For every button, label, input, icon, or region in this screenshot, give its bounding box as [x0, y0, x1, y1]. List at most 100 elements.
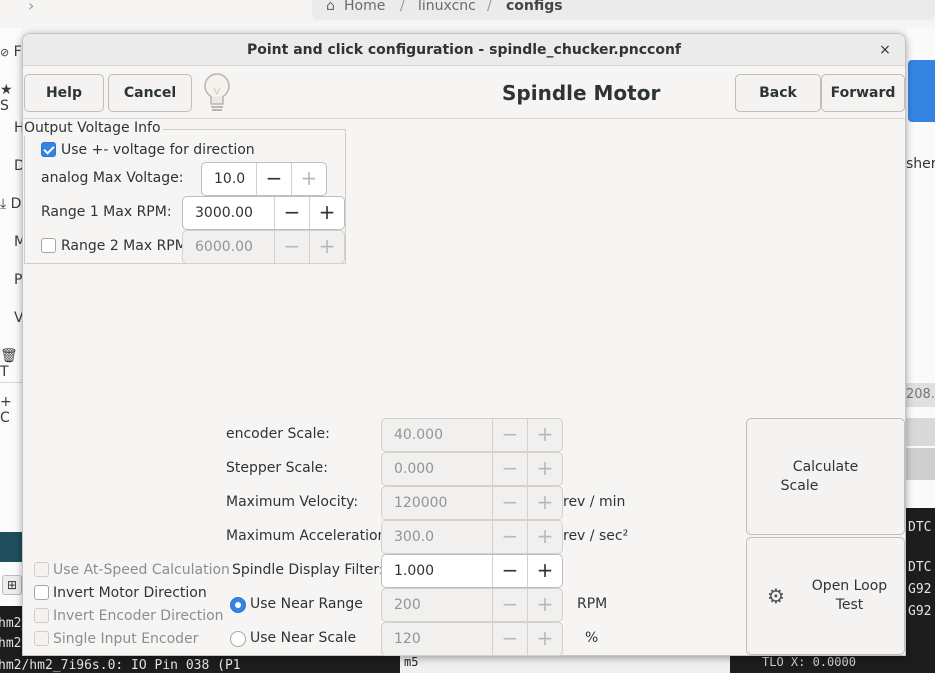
- near-scale-unit: %: [585, 630, 599, 646]
- analog-max-voltage-spinner: 10.0 − +: [201, 162, 327, 196]
- sidebar-letter: ⊘ F: [0, 44, 22, 60]
- max-acceleration-label: Maximum Acceleration:: [226, 528, 392, 544]
- plus-button[interactable]: +: [527, 521, 562, 553]
- page-title: Spindle Motor: [502, 81, 661, 105]
- ip-field: 208.: [906, 383, 935, 407]
- file-manager-breadcrumb: ⌂ Home / linuxcnc / configs: [312, 0, 935, 20]
- calculate-scale-label: Scale: [780, 478, 819, 494]
- minus-button[interactable]: −: [492, 453, 527, 485]
- plus-button[interactable]: +: [527, 487, 562, 519]
- plus-button[interactable]: +: [309, 231, 344, 263]
- near-scale-input[interactable]: 120: [382, 623, 492, 655]
- near-range-unit: RPM: [577, 596, 608, 612]
- minus-button[interactable]: −: [492, 521, 527, 553]
- single-input-encoder-label: Single Input Encoder: [53, 631, 199, 647]
- range1-max-rpm-label: Range 1 Max RPM:: [41, 204, 172, 220]
- gears-icon: ⚙: [767, 584, 785, 608]
- max-velocity-label: Maximum Velocity:: [226, 494, 359, 510]
- header-divider: [23, 118, 905, 119]
- breadcrumb-home[interactable]: Home: [344, 0, 385, 14]
- near-range-spinner: 200 − +: [381, 588, 563, 622]
- frame-title: Output Voltage Info: [24, 120, 163, 136]
- breadcrumb-linuxcnc[interactable]: linuxcnc: [418, 0, 476, 14]
- minus-button[interactable]: −: [492, 589, 527, 621]
- new-tab-icon: ⊞: [2, 575, 22, 595]
- terminal-right: DTC DTC G92 G92: [906, 508, 935, 673]
- minus-button[interactable]: −: [256, 163, 291, 195]
- use-near-range-radio[interactable]: [230, 597, 246, 613]
- back-button[interactable]: Back: [735, 74, 821, 112]
- stepper-scale-spinner: 0.000 − +: [381, 452, 563, 486]
- display-filter-label: Spindle Display Filter:: [232, 562, 384, 578]
- range2-max-rpm-label: Range 2 Max RPM: [61, 238, 187, 254]
- max-acceleration-input[interactable]: 300.0: [382, 521, 492, 553]
- close-icon[interactable]: ×: [875, 40, 895, 60]
- use-at-speed-label: Use At-Speed Calculation: [53, 562, 230, 578]
- stepper-scale-label: Stepper Scale:: [226, 460, 328, 476]
- encoder-scale-input[interactable]: 40.000: [382, 419, 492, 451]
- panel-strip: [906, 448, 935, 480]
- sidebar-letter: + C: [0, 394, 12, 426]
- use-near-scale-radio[interactable]: [230, 631, 246, 647]
- sidebar-letter: ⤓ D: [0, 196, 22, 212]
- minus-button[interactable]: −: [274, 231, 309, 263]
- invert-encoder-checkbox[interactable]: [34, 608, 49, 623]
- analog-max-voltage-label: analog Max Voltage:: [41, 170, 184, 186]
- max-acceleration-unit: rev / sec²: [563, 528, 629, 544]
- near-range-input[interactable]: 200: [382, 589, 492, 621]
- forward-button[interactable]: Forward: [821, 74, 905, 112]
- near-scale-spinner: 120 − +: [381, 622, 563, 656]
- range2-checkbox[interactable]: [41, 238, 56, 253]
- encoder-scale-spinner: 40.000 − +: [381, 418, 563, 452]
- minus-button[interactable]: −: [274, 197, 309, 229]
- minus-button[interactable]: −: [492, 623, 527, 655]
- cancel-button[interactable]: Cancel: [108, 74, 192, 112]
- range2-max-rpm-input[interactable]: 6000.00: [183, 231, 274, 263]
- use-near-scale-label: Use Near Scale: [250, 630, 357, 646]
- breadcrumb-separator: /: [487, 0, 492, 14]
- single-input-encoder-checkbox[interactable]: [34, 631, 49, 646]
- panel-strip: [906, 418, 935, 446]
- terminal-tab: [0, 532, 22, 562]
- max-velocity-spinner: 120000 − +: [381, 486, 563, 520]
- range1-max-rpm-spinner: 3000.00 − +: [182, 196, 345, 230]
- analog-max-voltage-input[interactable]: 10.0: [202, 163, 256, 195]
- plus-button[interactable]: +: [527, 419, 562, 451]
- minus-button[interactable]: −: [492, 555, 527, 587]
- window-title: Point and click configuration - spindle_…: [246, 42, 682, 58]
- open-loop-test-button[interactable]: ⚙ Open Loop Test: [746, 537, 905, 655]
- display-filter-input[interactable]: 1.000: [382, 555, 492, 587]
- title-bar[interactable]: Point and click configuration - spindle_…: [23, 34, 905, 66]
- plus-button[interactable]: +: [309, 197, 344, 229]
- breadcrumb-separator: /: [400, 0, 405, 14]
- folder-icon: [908, 60, 935, 122]
- max-velocity-unit: rev / min: [563, 494, 626, 510]
- use-at-speed-checkbox[interactable]: [34, 562, 49, 577]
- plus-button[interactable]: +: [527, 453, 562, 485]
- plus-button[interactable]: +: [527, 589, 562, 621]
- sidebar-letter: ★ S: [0, 82, 13, 114]
- minus-button[interactable]: −: [492, 419, 527, 451]
- range1-max-rpm-input[interactable]: 3000.00: [183, 197, 274, 229]
- use-pm-voltage-checkbox[interactable]: [41, 142, 56, 157]
- breadcrumb-configs[interactable]: configs: [506, 0, 563, 14]
- invert-encoder-label: Invert Encoder Direction: [53, 608, 224, 624]
- use-pm-voltage-label: Use +- voltage for direction: [61, 142, 255, 158]
- calculate-scale-button[interactable]: Calculate Scale: [746, 418, 905, 535]
- calculate-scale-label: Calculate: [792, 459, 859, 475]
- chevron-right-icon: ›: [28, 0, 35, 15]
- file-name-label: sherl: [906, 156, 935, 172]
- minus-button[interactable]: −: [492, 487, 527, 519]
- help-button[interactable]: Help: [24, 74, 104, 112]
- open-loop-label: Open Loop: [811, 578, 888, 594]
- home-icon: ⌂: [326, 0, 335, 14]
- plus-button[interactable]: +: [527, 555, 562, 587]
- invert-motor-checkbox[interactable]: [34, 585, 49, 600]
- stepper-scale-input[interactable]: 0.000: [382, 453, 492, 485]
- plus-button[interactable]: +: [291, 163, 326, 195]
- max-velocity-input[interactable]: 120000: [382, 487, 492, 519]
- display-filter-spinner: 1.000 − +: [381, 554, 563, 588]
- use-near-range-label: Use Near Range: [250, 596, 363, 612]
- max-acceleration-spinner: 300.0 − +: [381, 520, 563, 554]
- plus-button[interactable]: +: [527, 623, 562, 655]
